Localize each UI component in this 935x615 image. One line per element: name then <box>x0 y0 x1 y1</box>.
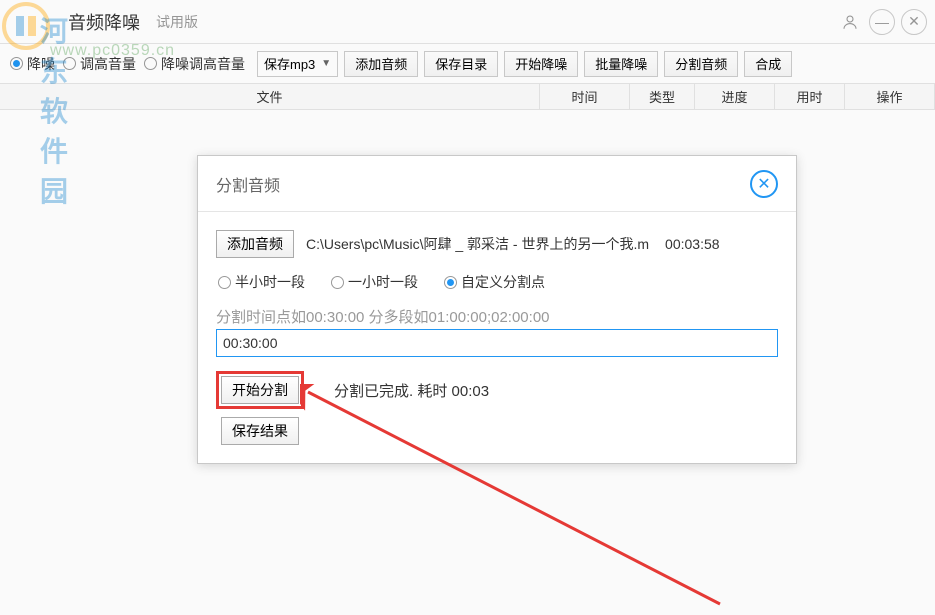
split-status: 分割已完成. 耗时 00:03 <box>334 380 489 401</box>
split-audio-dialog: 分割音频 ✕ 添加音频 C:\Users\pc\Music\阿肆 _ 郭采洁 -… <box>197 155 797 464</box>
radio-half-hour[interactable]: 半小时一段 <box>218 272 305 292</box>
radio-custom[interactable]: 自定义分割点 <box>444 272 545 292</box>
radio-icon <box>218 276 231 289</box>
split-hint: 分割时间点如00:30:00 分多段如01:00:00;02:00:00 <box>216 306 778 327</box>
start-split-highlight: 开始分割 <box>216 371 304 409</box>
dialog-title: 分割音频 <box>216 172 750 196</box>
radio-label: 自定义分割点 <box>461 272 545 292</box>
save-result-button[interactable]: 保存结果 <box>221 417 299 445</box>
radio-one-hour[interactable]: 一小时一段 <box>331 272 418 292</box>
radio-label: 半小时一段 <box>235 272 305 292</box>
radio-icon <box>444 276 457 289</box>
dialog-close-button[interactable]: ✕ <box>750 170 778 198</box>
file-duration: 00:03:58 <box>665 236 720 252</box>
split-time-input[interactable] <box>216 329 778 357</box>
radio-label: 一小时一段 <box>348 272 418 292</box>
dialog-header: 分割音频 ✕ <box>198 156 796 212</box>
radio-icon <box>331 276 344 289</box>
file-path-text: C:\Users\pc\Music\阿肆 _ 郭采洁 - 世界上的另一个我.m <box>306 234 649 254</box>
dialog-add-audio-button[interactable]: 添加音频 <box>216 230 294 258</box>
start-split-button[interactable]: 开始分割 <box>221 376 299 404</box>
